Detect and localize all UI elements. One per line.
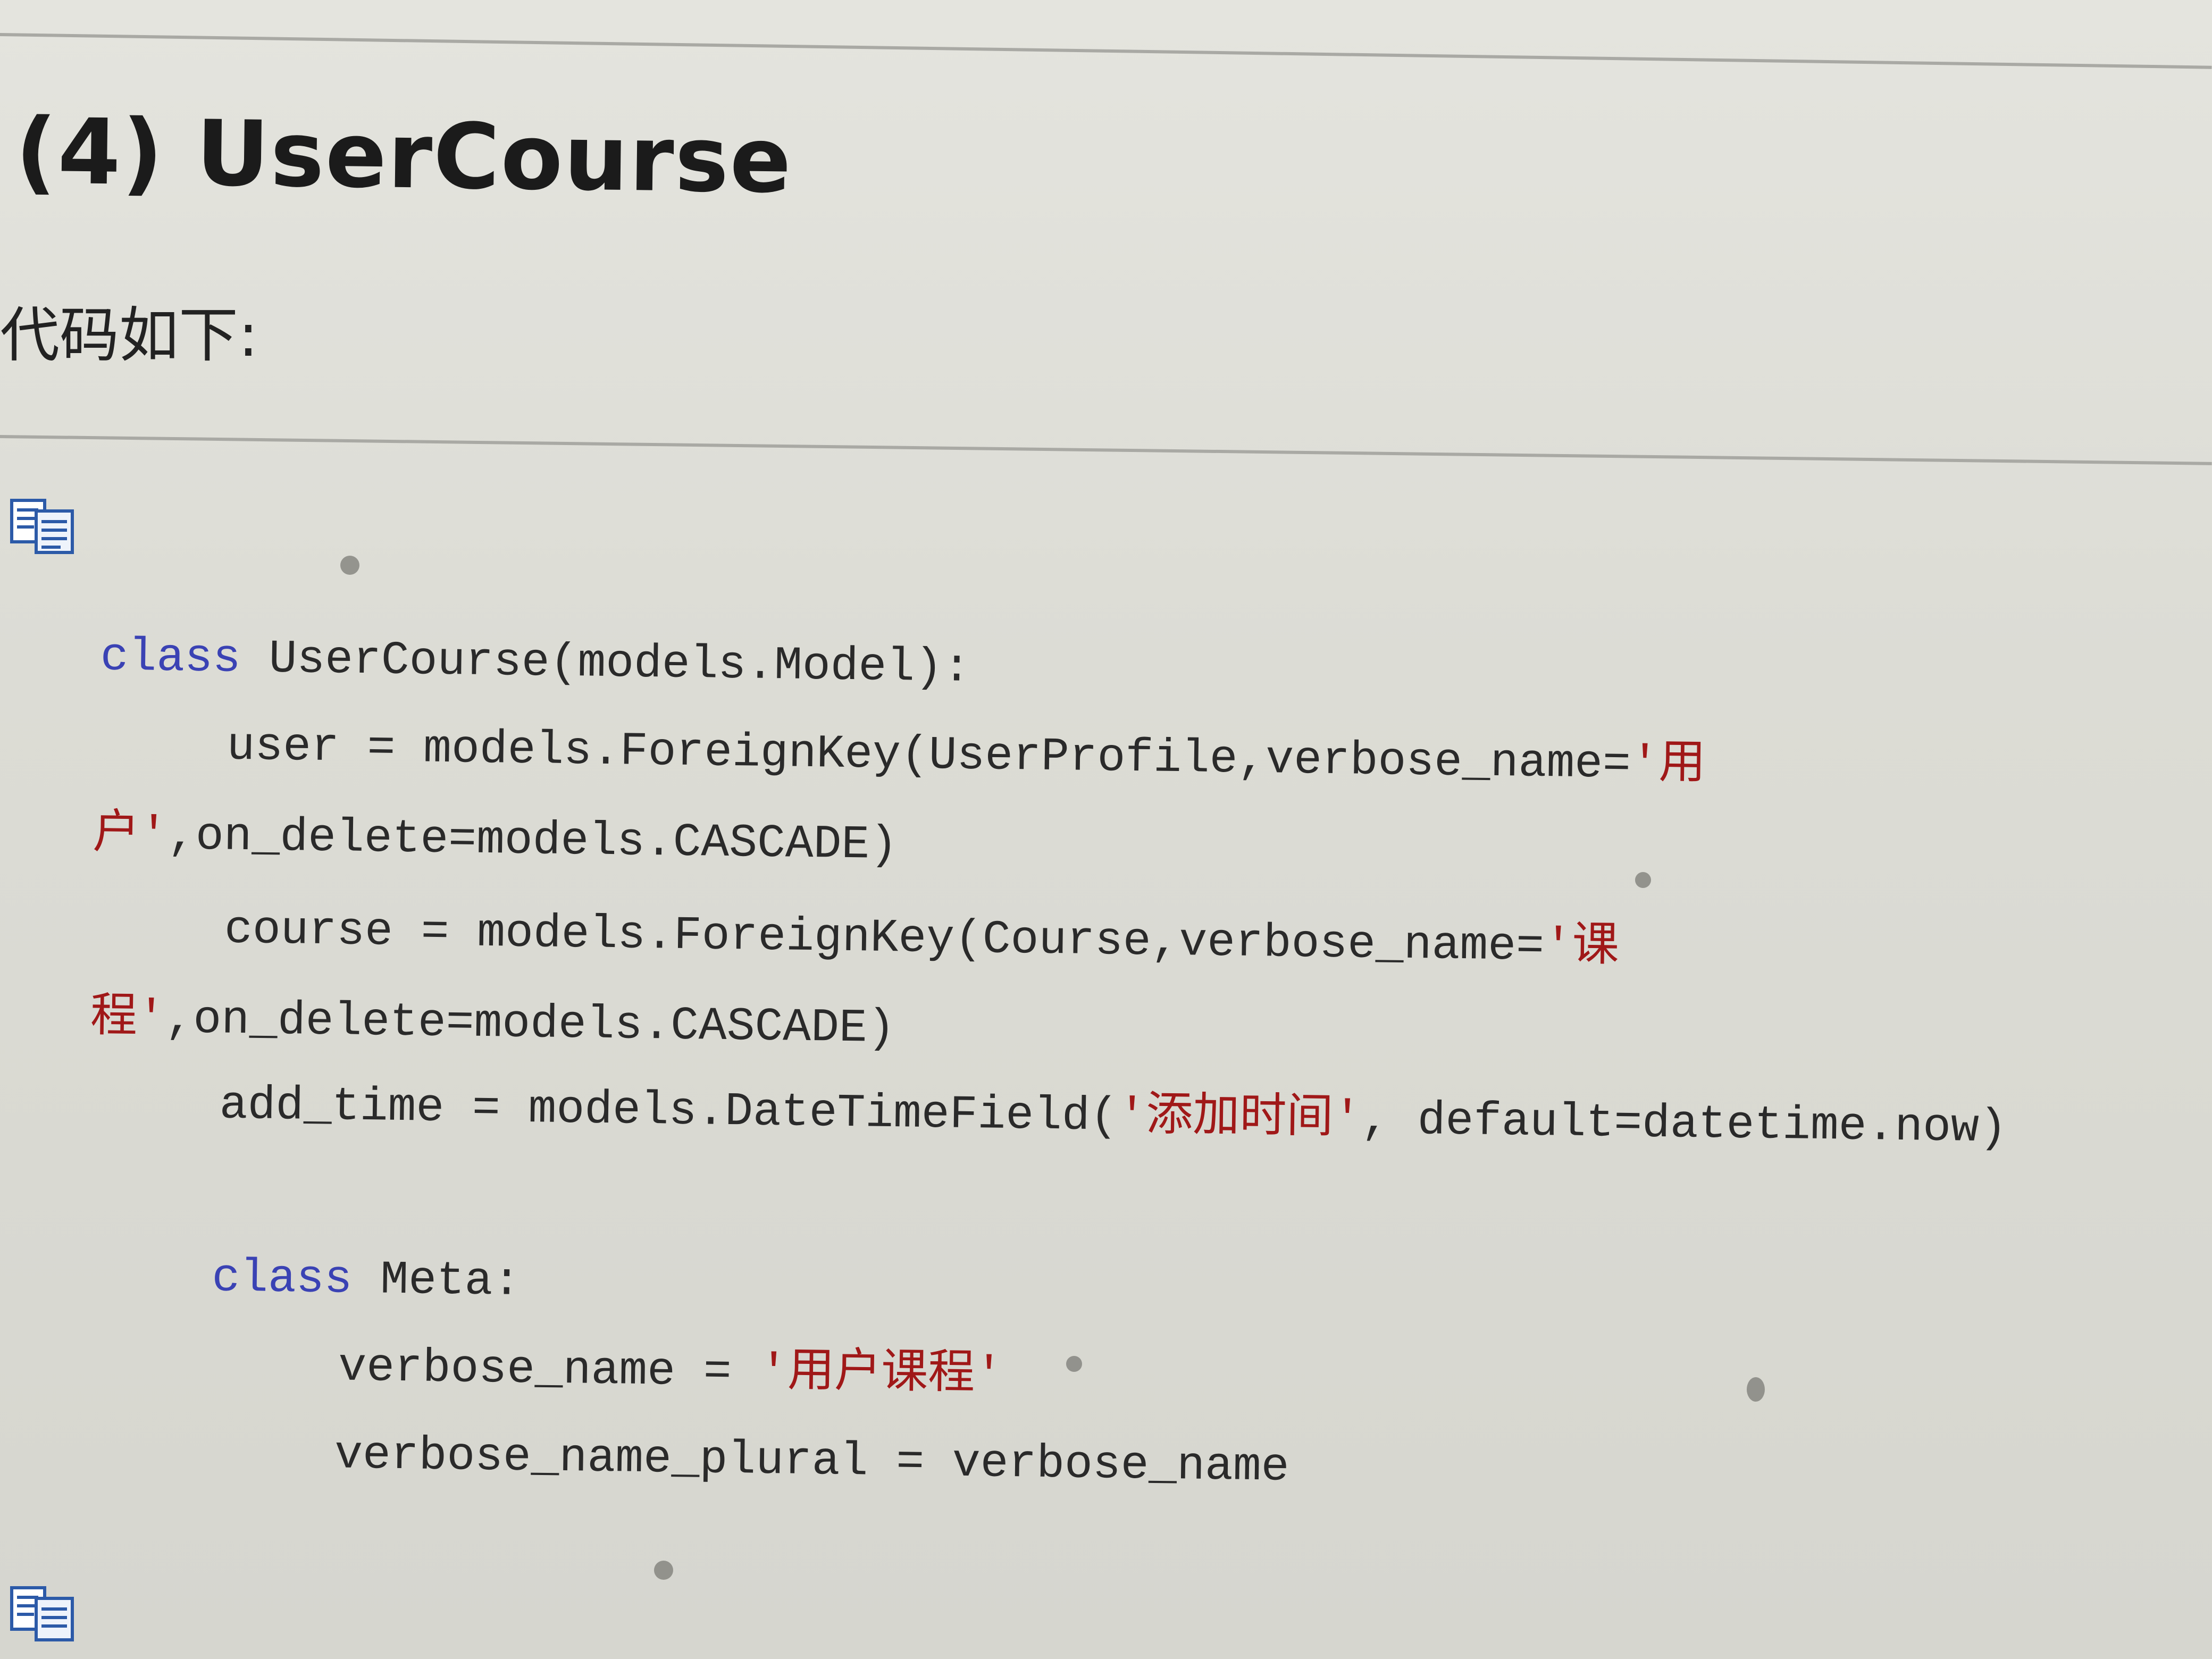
screen-dust-speck bbox=[1635, 872, 1651, 888]
code-text: , default=datetime.now) bbox=[1361, 1094, 2008, 1155]
code-line: class UserCourse(models.Model): bbox=[100, 631, 971, 695]
copy-code-icon[interactable] bbox=[9, 1585, 79, 1643]
top-divider bbox=[0, 33, 2212, 69]
heading-title: UserCourse bbox=[195, 101, 793, 214]
code-line: class Meta: bbox=[211, 1252, 521, 1309]
heading-number: (4) bbox=[14, 99, 165, 206]
code-line: add_time = models.DateTimeField('添加时间', … bbox=[219, 1079, 2008, 1155]
code-block: class UserCourse(models.Model): user = m… bbox=[0, 606, 2212, 1645]
code-text: add_time = models.DateTimeField( bbox=[219, 1079, 1119, 1144]
code-line: verbose_name = '用户课程' bbox=[338, 1341, 1003, 1403]
code-text: verbose_name_plural = verbose_name bbox=[334, 1429, 1290, 1494]
code-string: 程' bbox=[90, 992, 166, 1046]
screen-dust-speck bbox=[654, 1561, 673, 1580]
code-string: '用 bbox=[1630, 739, 1706, 793]
section-heading: (4) UserCourse bbox=[15, 99, 793, 214]
code-text: user = models.ForeignKey(UserProfile,ver… bbox=[226, 720, 1631, 792]
code-string: '添加时间' bbox=[1117, 1091, 1362, 1147]
code-keyword: class bbox=[211, 1252, 353, 1306]
screen-dust-speck bbox=[340, 556, 359, 575]
code-text: verbose_name = bbox=[338, 1341, 760, 1400]
code-text: UserCourse(models.Model): bbox=[240, 632, 971, 695]
code-line: course = models.ForeignKey(Course,verbos… bbox=[224, 903, 1620, 975]
intro-text: 代码如下: bbox=[0, 301, 258, 370]
code-text: Meta: bbox=[351, 1253, 521, 1309]
code-divider bbox=[0, 435, 2212, 465]
document-page: (4) UserCourse 代码如下: class UserCourse(mod… bbox=[0, 0, 2212, 1659]
copy-code-icon[interactable] bbox=[9, 497, 79, 556]
code-line: 程',on_delete=models.CASCADE) bbox=[90, 992, 896, 1056]
code-string: '课 bbox=[1544, 921, 1620, 975]
screen-dust-speck bbox=[1066, 1356, 1082, 1372]
code-text: ,on_delete=models.CASCADE) bbox=[167, 810, 898, 873]
code-line: user = models.ForeignKey(UserProfile,ver… bbox=[227, 720, 1706, 793]
code-line: verbose_name_plural = verbose_name bbox=[334, 1429, 1290, 1494]
code-keyword: class bbox=[100, 631, 241, 685]
screen-dust-speck bbox=[1747, 1377, 1765, 1402]
code-line: 户',on_delete=models.CASCADE) bbox=[92, 809, 898, 873]
code-string: 户' bbox=[92, 809, 168, 863]
code-text: ,on_delete=models.CASCADE) bbox=[165, 993, 896, 1056]
code-text: course = models.ForeignKey(Course,verbos… bbox=[224, 903, 1545, 974]
code-string: '用户课程' bbox=[759, 1346, 1003, 1403]
